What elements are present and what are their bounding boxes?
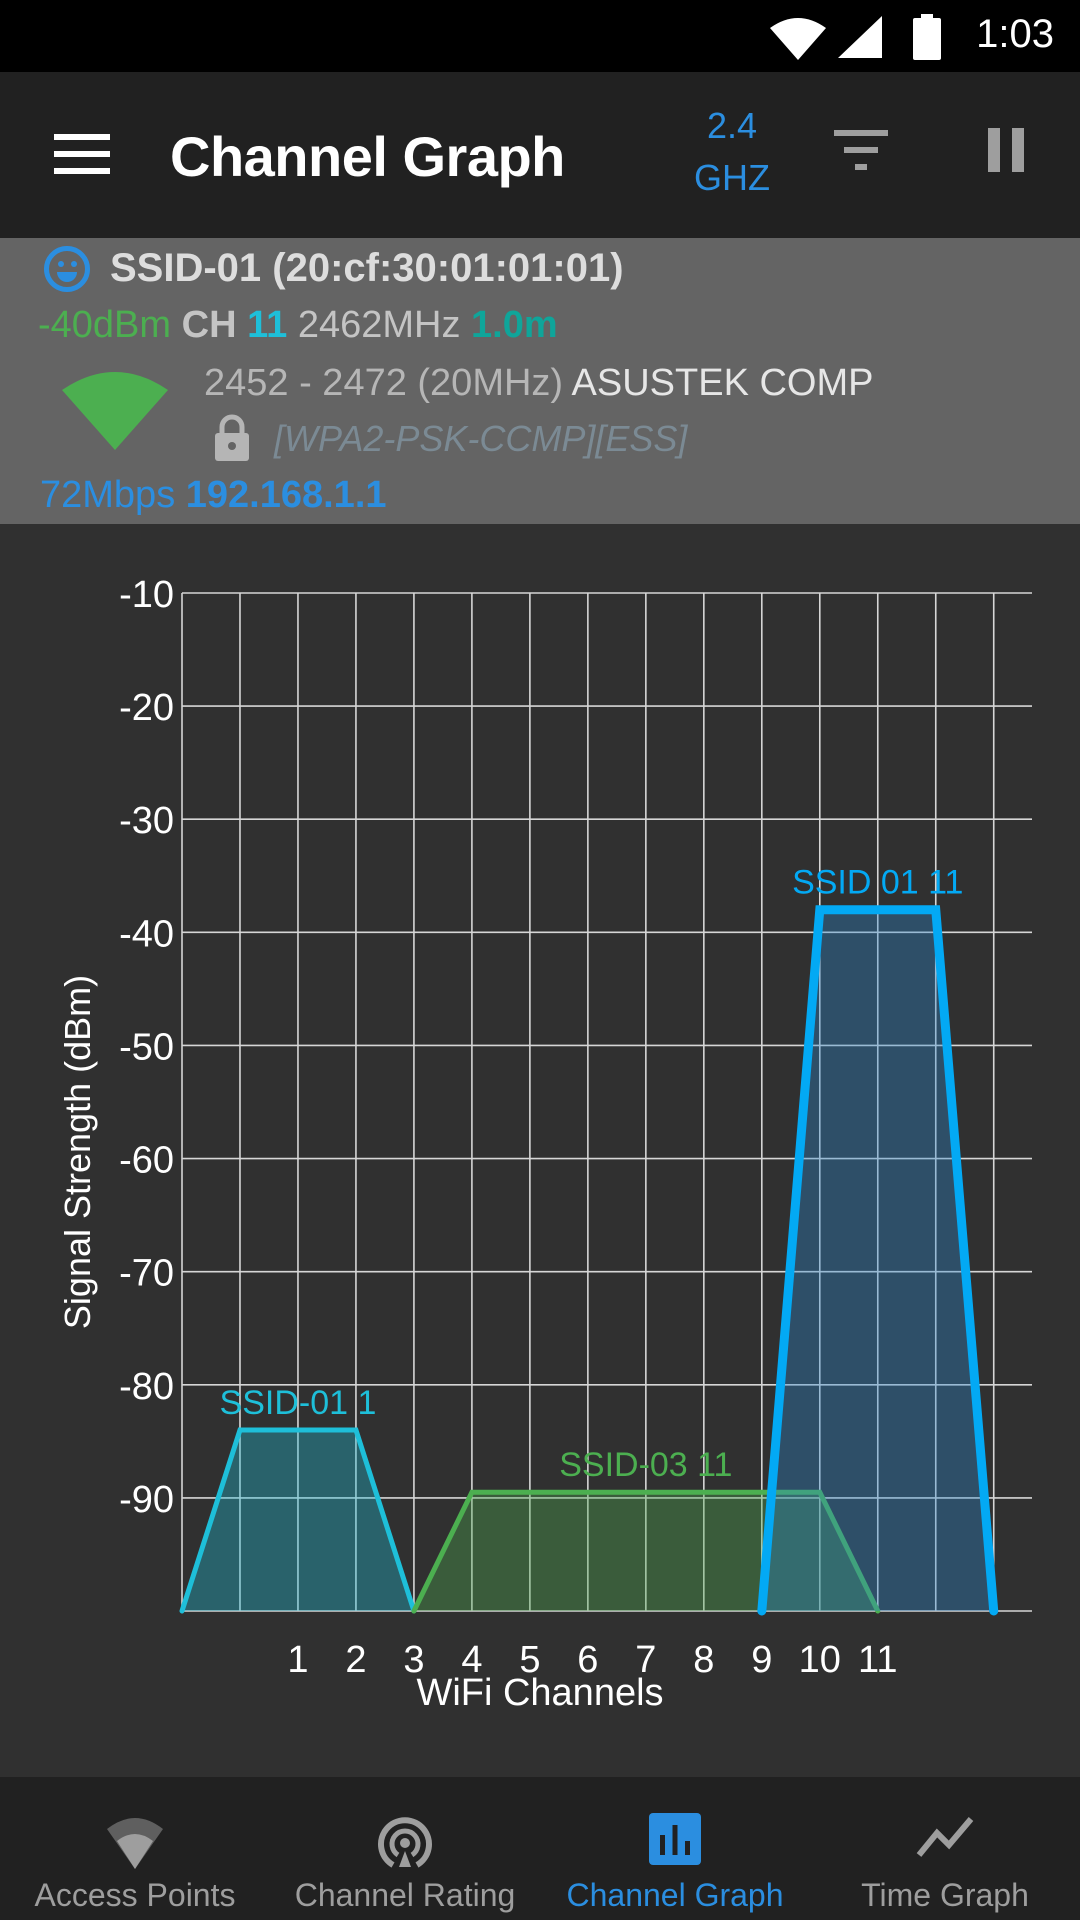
menu-icon[interactable] <box>54 134 112 174</box>
signal-strength: -40dBm <box>38 304 172 346</box>
link-speed: 72Mbps <box>40 474 176 516</box>
wifi-icon <box>107 1818 163 1869</box>
access-point-panel[interactable]: SSID-01 (20:cf:30:01:01:01) -40dBm CH 11… <box>0 238 1080 524</box>
status-time: 1:03 <box>976 12 1054 56</box>
toolbar: Channel Graph 2.4 GHZ <box>0 72 1080 238</box>
y-tick-label: -60 <box>119 1140 174 1182</box>
ip-address: 192.168.1.1 <box>185 474 387 516</box>
series-area <box>182 1430 414 1611</box>
y-tick-label: -50 <box>119 1026 174 1068</box>
lock-icon <box>215 414 249 461</box>
filter-icon[interactable] <box>832 130 890 182</box>
pause-icon[interactable] <box>984 128 1028 180</box>
distance: 1.0m <box>471 304 558 346</box>
x-tick-label: 9 <box>751 1639 772 1681</box>
nav-channel-rating[interactable]: Channel Rating <box>270 1777 540 1920</box>
vendor: ASUSTEK COMP <box>571 362 874 404</box>
x-axis-label: WiFi Channels <box>416 1672 663 1714</box>
nav-channel-graph[interactable]: Channel Graph <box>540 1777 810 1920</box>
channel-graph-svg: SSID-01 1SSID-03 11SSID 01 11 -10-20-30-… <box>57 574 1032 1714</box>
band-value: 2.4 <box>706 105 758 146</box>
y-tick-label: -40 <box>119 913 174 955</box>
smiley-icon <box>44 246 90 292</box>
ssid-label: SSID-01 (20:cf:30:01:01:01) <box>110 246 624 290</box>
frequency-range: 2452 - 2472 (20MHz) <box>204 362 564 404</box>
series-area <box>761 909 994 1611</box>
channel-value: 11 <box>247 304 288 346</box>
bottom-navigation: Access Points Channel Rating Channel Gra… <box>0 1777 1080 1920</box>
nav-time-graph[interactable]: Time Graph <box>810 1777 1080 1920</box>
y-tick-label: -80 <box>119 1366 174 1408</box>
channel-label: CH <box>181 304 237 346</box>
nav-label: Time Graph <box>861 1877 1029 1913</box>
x-tick-label: 8 <box>693 1639 714 1681</box>
security-capabilities: [WPA2-PSK-CCMP][ESS] <box>274 418 688 459</box>
signal-row: -40dBm CH 11 2462MHz 1.0m <box>38 304 558 347</box>
nav-access-points[interactable]: Access Points <box>0 1777 270 1920</box>
bar-chart-icon <box>649 1813 701 1865</box>
wifi-strength-icon <box>62 372 168 450</box>
y-axis-label: Signal Strength (dBm) <box>57 975 98 1329</box>
nav-label: Access Points <box>34 1877 236 1913</box>
y-tick-label: -10 <box>119 574 174 616</box>
frequency-range-row: 2452 - 2472 (20MHz) ASUSTEK COMP <box>204 362 874 405</box>
y-tick-label: -20 <box>119 687 174 729</box>
y-axis-ticks: -10 -20 -30 -40 -50 -60 -70 -80 -90 <box>119 574 174 1521</box>
band-toggle-button[interactable]: 2.4 GHZ <box>678 100 786 204</box>
page-title: Channel Graph <box>170 125 565 188</box>
y-tick-label: -30 <box>119 800 174 842</box>
series-label: SSID 01 11 <box>792 864 963 902</box>
x-tick-label: 10 <box>799 1639 841 1681</box>
x-tick-label: 2 <box>345 1639 366 1681</box>
x-tick-label: 11 <box>858 1639 897 1681</box>
wifi-icon <box>770 18 826 60</box>
nav-label: Channel Graph <box>566 1877 784 1913</box>
antenna-icon <box>378 1817 432 1868</box>
line-chart-icon <box>916 1817 974 1857</box>
cell-signal-icon <box>838 16 882 58</box>
y-tick-label: -70 <box>119 1253 174 1295</box>
band-unit: GHZ <box>694 157 770 198</box>
link-row: 72Mbps 192.168.1.1 <box>40 474 387 517</box>
y-tick-label: -90 <box>119 1479 174 1521</box>
battery-icon <box>913 14 941 60</box>
status-bar: 1:03 <box>0 0 1080 72</box>
x-tick-label: 1 <box>287 1639 308 1681</box>
series-label: SSID-03 11 <box>559 1446 732 1484</box>
frequency: 2462MHz <box>297 304 461 346</box>
nav-label: Channel Rating <box>294 1877 516 1913</box>
channel-graph[interactable]: SSID-01 1 SSID-03 11 SSID 01 11 -10 -20 -30-… <box>0 524 1080 1777</box>
series-label: SSID-01 1 <box>220 1384 377 1422</box>
